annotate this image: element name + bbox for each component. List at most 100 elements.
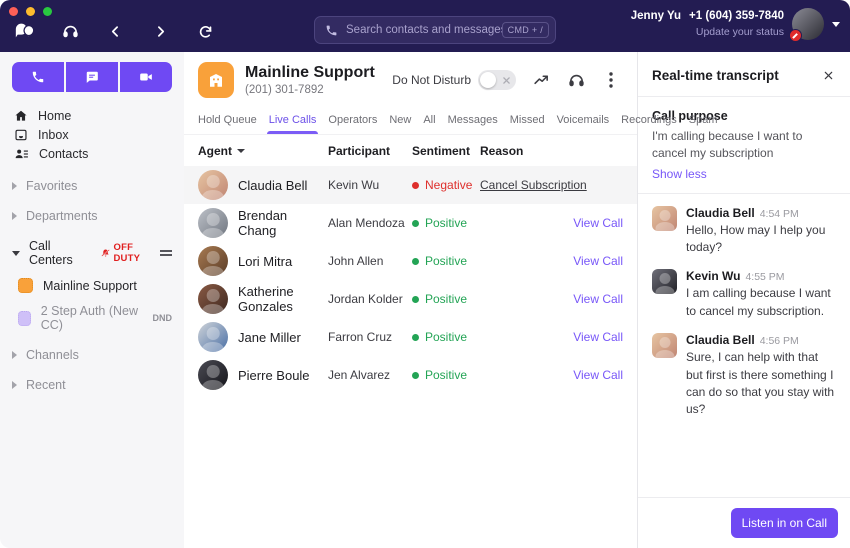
- panel-footer: Listen in on Call: [638, 497, 850, 548]
- sidebar-group-departments[interactable]: Departments: [12, 209, 172, 223]
- table-row[interactable]: Jane Miller Farron Cruz Positive View Ca…: [184, 318, 637, 356]
- view-call-link[interactable]: View Call: [573, 368, 623, 382]
- group-label: Call Centers: [29, 239, 82, 267]
- building-icon: [198, 62, 234, 98]
- dnd-badge: DND: [153, 313, 173, 323]
- sentiment-badge: Negative: [412, 178, 480, 192]
- table-row[interactable]: Lori Mitra John Allen Positive View Call: [184, 242, 637, 280]
- column-agent[interactable]: Agent: [198, 144, 328, 158]
- view-call-link[interactable]: View Call: [573, 254, 623, 268]
- search-bar[interactable]: CMD + /: [314, 16, 556, 44]
- table-header: Agent Participant Sentiment Reason: [184, 135, 637, 166]
- tab-voicemails[interactable]: Voicemails: [557, 110, 610, 134]
- call-center-label: Mainline Support: [43, 279, 137, 293]
- sentiment-dot-icon: [412, 334, 419, 341]
- tab-operators[interactable]: Operators: [328, 110, 377, 134]
- message-time: 4:55 PM: [745, 271, 784, 283]
- tab-recordings[interactable]: Recordings: [621, 110, 677, 134]
- refresh-icon[interactable]: [194, 20, 216, 42]
- chevron-right-icon: [12, 212, 17, 220]
- tab-spam[interactable]: Spam: [689, 110, 718, 134]
- sidebar-item-2-step-auth[interactable]: 2 Step Auth (New CC) DND: [18, 304, 172, 332]
- message-time: 4:56 PM: [760, 335, 799, 347]
- sidebar-group-channels[interactable]: Channels: [12, 348, 172, 362]
- reorder-handle-icon[interactable]: [160, 250, 172, 256]
- participant-name: John Allen: [328, 254, 412, 268]
- dnd-toggle-label: Do Not Disturb: [392, 73, 471, 87]
- kebab-menu-icon[interactable]: [601, 70, 621, 90]
- sidebar-item-inbox[interactable]: Inbox: [14, 125, 172, 144]
- headset-icon[interactable]: [566, 70, 586, 90]
- chevron-down-icon: [12, 251, 20, 256]
- table-row[interactable]: Katherine Gonzales Jordan Kolder Positiv…: [184, 280, 637, 318]
- off-duty-badge: OFF DUTY: [101, 242, 151, 264]
- sidebar-item-home[interactable]: Home: [14, 106, 172, 125]
- home-icon: [14, 109, 28, 123]
- avatar: [652, 333, 677, 358]
- sidebar-item-label: Contacts: [39, 147, 88, 161]
- close-icon[interactable]: [820, 67, 836, 83]
- analytics-icon[interactable]: [531, 70, 551, 90]
- message-time: 4:54 PM: [760, 208, 799, 220]
- tab-all[interactable]: All: [423, 110, 435, 134]
- avatar: [198, 246, 228, 276]
- close-window-button[interactable]: [9, 7, 18, 16]
- minimize-window-button[interactable]: [26, 7, 35, 16]
- call-center-header: Mainline Support (201) 301-7892 Do Not D…: [184, 52, 637, 106]
- call-purpose-title: Call purpose: [652, 109, 836, 123]
- message-button[interactable]: [66, 62, 118, 92]
- forward-icon[interactable]: [149, 20, 171, 42]
- page-phone-number: (201) 301-7892: [245, 84, 375, 96]
- comm-buttons: [12, 62, 172, 92]
- zoom-window-button[interactable]: [43, 7, 52, 16]
- bell-slash-icon: [101, 247, 110, 259]
- user-menu[interactable]: Jenny Yu+1 (604) 359-7840 Update your st…: [631, 8, 840, 40]
- tab-hold-queue[interactable]: Hold Queue: [198, 110, 257, 134]
- participant-name: Kevin Wu: [328, 178, 412, 192]
- sidebar-item-mainline-support[interactable]: Mainline Support: [18, 278, 172, 293]
- listen-in-button[interactable]: Listen in on Call: [731, 508, 838, 538]
- dnd-toggle[interactable]: [478, 70, 516, 90]
- transcript-message: Claudia Bell4:56 PM Sure, I can help wit…: [652, 333, 836, 419]
- avatar: [198, 284, 228, 314]
- view-call-link[interactable]: View Call: [573, 216, 623, 230]
- sidebar-group-favorites[interactable]: Favorites: [12, 179, 172, 193]
- update-status-link[interactable]: Update your status: [631, 25, 784, 39]
- participant-name: Jen Alvarez: [328, 368, 412, 382]
- sidebar-item-contacts[interactable]: Contacts: [14, 144, 172, 163]
- tab-missed[interactable]: Missed: [510, 110, 545, 134]
- sidebar-group-recent[interactable]: Recent: [12, 378, 172, 392]
- contacts-icon: [14, 147, 29, 161]
- view-call-link[interactable]: View Call: [573, 330, 623, 344]
- video-icon: [138, 70, 154, 84]
- user-avatar[interactable]: [792, 8, 824, 40]
- avatar: [652, 206, 677, 231]
- sidebar-item-label: Home: [38, 109, 71, 123]
- headset-icon[interactable]: [59, 20, 81, 42]
- dialpad-logo: [14, 20, 36, 42]
- dnd-status-icon: [789, 29, 802, 42]
- reason-link[interactable]: Cancel Subscription: [480, 178, 587, 192]
- chevron-down-icon[interactable]: [832, 22, 840, 27]
- sentiment-badge: Positive: [412, 330, 480, 344]
- call-button[interactable]: [12, 62, 64, 92]
- table-row[interactable]: Claudia Bell Kevin Wu Negative Cancel Su…: [184, 166, 637, 204]
- agent-name: Lori Mitra: [238, 254, 292, 269]
- sidebar-group-call-centers[interactable]: Call Centers OFF DUTY: [12, 239, 172, 267]
- table-row[interactable]: Pierre Boule Jen Alvarez Positive View C…: [184, 356, 637, 394]
- video-button[interactable]: [120, 62, 172, 92]
- sentiment-dot-icon: [412, 372, 419, 379]
- participant-name: Farron Cruz: [328, 330, 412, 344]
- avatar: [198, 170, 228, 200]
- tab-new[interactable]: New: [389, 110, 411, 134]
- view-call-link[interactable]: View Call: [573, 292, 623, 306]
- show-less-link[interactable]: Show less: [652, 167, 836, 181]
- table-row[interactable]: Brendan Chang Alan Mendoza Positive View…: [184, 204, 637, 242]
- sentiment-badge: Positive: [412, 368, 480, 382]
- chevron-right-icon: [12, 182, 17, 190]
- tab-live-calls[interactable]: Live Calls: [269, 110, 317, 134]
- tab-messages[interactable]: Messages: [448, 110, 498, 134]
- back-icon[interactable]: [104, 20, 126, 42]
- search-input[interactable]: [346, 24, 502, 36]
- off-duty-label: OFF DUTY: [113, 242, 151, 264]
